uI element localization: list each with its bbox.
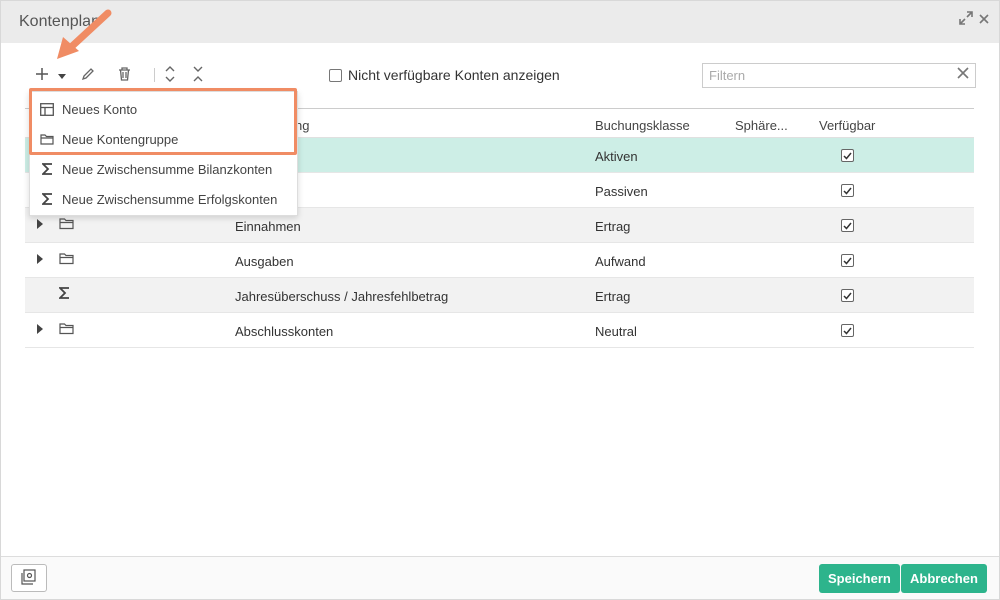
pencil-icon (81, 67, 95, 84)
row-buchungsklasse: Ertrag (595, 219, 631, 234)
dialog-footer: Speichern Abbrechen (1, 556, 999, 599)
row-name: Abschlusskonten (235, 324, 334, 339)
row-buchungsklasse: Aufwand (595, 254, 646, 269)
row-name: Einnahmen (235, 219, 301, 234)
row-buchungsklasse: Aktiven (595, 149, 638, 164)
row-name: Jahresüberschuss / Jahresfehlbetrag (235, 289, 449, 304)
expand-all-icon (165, 65, 175, 85)
cancel-button[interactable]: Abbrechen (901, 564, 987, 593)
add-dropdown-button[interactable] (55, 63, 69, 87)
verfuegbar-checkbox[interactable] (841, 149, 854, 162)
expand-all-button[interactable] (162, 63, 178, 87)
show-unavailable-checkbox[interactable] (329, 68, 342, 82)
column-header-sphaere[interactable]: Sphäre... (735, 118, 788, 133)
column-header-buchungsklasse[interactable]: Buchungsklasse (595, 118, 690, 133)
expand-caret-icon[interactable] (37, 219, 43, 229)
edit-button[interactable] (79, 63, 97, 87)
sigma-icon (39, 161, 55, 177)
collapse-all-button[interactable] (190, 63, 206, 87)
menu-item-label: Neue Zwischensumme Erfolgskonten (62, 191, 278, 207)
folder-icon (59, 322, 77, 338)
row-buchungsklasse: Passiven (595, 184, 648, 199)
folder-icon (59, 252, 77, 268)
verfuegbar-checkbox[interactable] (841, 289, 854, 302)
settings-icon (21, 568, 37, 588)
save-button[interactable]: Speichern (819, 564, 900, 593)
delete-button[interactable] (115, 63, 133, 87)
verfuegbar-checkbox[interactable] (841, 254, 854, 267)
plus-icon (36, 67, 48, 83)
expand-caret-icon[interactable] (37, 324, 43, 334)
verfuegbar-checkbox[interactable] (841, 184, 854, 197)
toolbar-separator (154, 68, 155, 82)
menu-item-neue-kontengruppe[interactable]: Neue Kontengruppe (30, 124, 297, 154)
add-button[interactable] (33, 63, 51, 87)
sigma-icon (57, 287, 77, 303)
menu-item-label: Neue Kontengruppe (62, 131, 179, 147)
trash-icon (118, 66, 131, 84)
verfuegbar-checkbox[interactable] (841, 324, 854, 337)
table-icon (39, 101, 55, 117)
menu-item-label: Neue Zwischensumme Bilanzkonten (62, 161, 273, 177)
filter-box (702, 63, 976, 88)
collapse-all-icon (193, 66, 203, 85)
add-menu: Neues Konto Neue Kontengruppe Neue Zwisc… (29, 91, 298, 216)
filter-input[interactable] (703, 64, 943, 87)
show-unavailable-toggle[interactable]: Nicht verfügbare Konten anzeigen (329, 67, 560, 83)
clear-filter-icon[interactable] (955, 67, 971, 83)
expand-icon[interactable] (957, 11, 975, 29)
verfuegbar-checkbox[interactable] (841, 219, 854, 232)
caret-down-icon (58, 68, 66, 83)
menu-item-neue-zwischensumme-bilanzkonten[interactable]: Neue Zwischensumme Bilanzkonten (30, 154, 297, 184)
column-header-verfuegbar[interactable]: Verfügbar (819, 118, 875, 133)
table-row[interactable]: Jahresüberschuss / Jahresfehlbetrag Ertra… (25, 278, 974, 313)
row-name: Ausgaben (235, 254, 294, 269)
show-unavailable-label: Nicht verfügbare Konten anzeigen (348, 67, 560, 83)
expand-caret-icon[interactable] (37, 254, 43, 264)
folder-icon (59, 217, 77, 233)
sigma-icon (39, 191, 55, 207)
table-row[interactable]: Abschlusskonten Neutral (25, 313, 974, 348)
dialog-title: Kontenplan (19, 13, 100, 30)
close-icon[interactable] (975, 11, 993, 29)
row-buchungsklasse: Ertrag (595, 289, 631, 304)
row-buchungsklasse: Neutral (595, 324, 637, 339)
kontenplan-dialog: Kontenplan Nicht verfügbare Konten anzei… (0, 0, 1000, 600)
menu-item-neue-zwischensumme-erfolgskonten[interactable]: Neue Zwischensumme Erfolgskonten (30, 184, 297, 214)
menu-item-label: Neues Konto (62, 101, 138, 117)
menu-item-neues-konto[interactable]: Neues Konto (30, 94, 297, 124)
folder-icon (39, 131, 55, 147)
table-row[interactable]: Ausgaben Aufwand (25, 243, 974, 278)
titlebar: Kontenplan (1, 1, 999, 43)
settings-button[interactable] (11, 564, 47, 592)
